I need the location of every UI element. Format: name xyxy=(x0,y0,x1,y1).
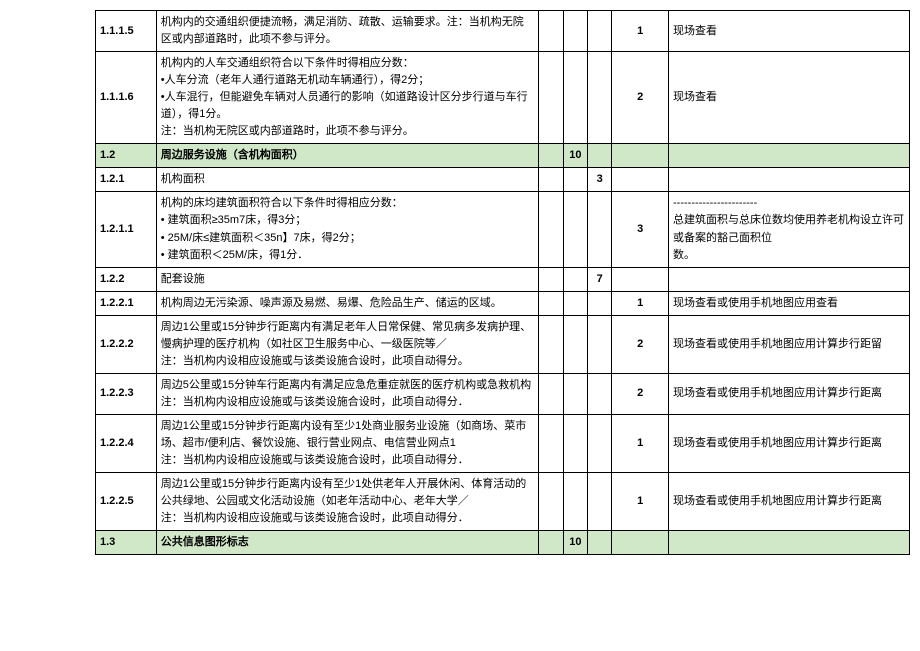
row-remark: 现场查看 xyxy=(669,11,910,52)
row-description: 配套设施 xyxy=(156,267,539,291)
score-col-3 xyxy=(588,144,612,168)
score-col-4 xyxy=(612,168,669,192)
table-row: 1.2.2配套设施 7 xyxy=(96,267,910,291)
score-col-1 xyxy=(539,531,563,555)
row-description: 机构的床均建筑面积符合以下条件时得相应分数： • 建筑面积≥35m7床，得3分；… xyxy=(156,192,539,267)
row-remark: 现场查看或使用手机地图应用计算步行距离 xyxy=(669,414,910,472)
score-col-4: 1 xyxy=(612,414,669,472)
row-id: 1.2.2.2 xyxy=(96,315,157,373)
score-col-1 xyxy=(539,315,563,373)
score-col-3 xyxy=(588,52,612,144)
row-remark: 现场查看或使用手机地图应用计算步行距离 xyxy=(669,473,910,531)
row-description: 机构内的交通组织便捷流畅，满足消防、疏散、运输要求。注：当机构无院区或内部道路时… xyxy=(156,11,539,52)
score-col-2 xyxy=(563,52,587,144)
row-id: 1.2.2 xyxy=(96,267,157,291)
score-col-3 xyxy=(588,531,612,555)
row-remark: ----------------------- 总建筑面积与总床位数均使用养老机… xyxy=(669,192,910,267)
row-remark xyxy=(669,531,910,555)
score-col-4: 2 xyxy=(612,52,669,144)
table-row: 1.1.1.5机构内的交通组织便捷流畅，满足消防、疏散、运输要求。注：当机构无院… xyxy=(96,11,910,52)
table-row: 1.1.1.6机构内的人车交通组织符合以下条件时得相应分数： •人车分流（老年人… xyxy=(96,52,910,144)
table-row: 1.2.2.1机构周边无污染源、噪声源及易燃、易爆、危险品生产、储运的区域。 1现… xyxy=(96,291,910,315)
row-id: 1.2.2.1 xyxy=(96,291,157,315)
score-col-3 xyxy=(588,414,612,472)
row-remark: 现场查看或使用手机地图应用查看 xyxy=(669,291,910,315)
score-col-3 xyxy=(588,192,612,267)
score-col-2: 10 xyxy=(563,144,587,168)
score-col-3 xyxy=(588,373,612,414)
score-col-4: 2 xyxy=(612,373,669,414)
row-description: 周边1公里或15分钟步行距离内有满足老年人日常保健、常见病多发病护理、慢病护理的… xyxy=(156,315,539,373)
score-col-4: 2 xyxy=(612,315,669,373)
row-remark: 现场查看或使用手机地图应用计算步行距留 xyxy=(669,315,910,373)
row-description: 机构内的人车交通组织符合以下条件时得相应分数： •人车分流（老年人通行道路无机动… xyxy=(156,52,539,144)
row-id: 1.1.1.5 xyxy=(96,11,157,52)
table-row: 1.2.2.5周边1公里或15分钟步行距离内设有至少1处供老年人开展休闲、体育活… xyxy=(96,473,910,531)
score-col-1 xyxy=(539,373,563,414)
row-description: 机构面积 xyxy=(156,168,539,192)
score-col-1 xyxy=(539,473,563,531)
row-id: 1.2.2.5 xyxy=(96,473,157,531)
score-col-1 xyxy=(539,192,563,267)
score-col-4: 3 xyxy=(612,192,669,267)
score-col-2 xyxy=(563,315,587,373)
table-row: 1.2.1机构面积 3 xyxy=(96,168,910,192)
row-description: 周边1公里或15分钟步行距离内设有至少1处供老年人开展休闲、体育活动的公共绿地、… xyxy=(156,473,539,531)
score-col-4 xyxy=(612,144,669,168)
row-remark: 现场查看 xyxy=(669,52,910,144)
table-row: 1.2.2.4周边1公里或15分钟步行距离内设有至少1处商业服务业设施（如商场、… xyxy=(96,414,910,472)
row-remark: 现场查看或使用手机地图应用计算步行距离 xyxy=(669,373,910,414)
row-id: 1.2 xyxy=(96,144,157,168)
score-col-1 xyxy=(539,291,563,315)
table-row: 1.2.2.3周边5公里或15分钟车行距离内有满足应急危重症就医的医疗机构或急救… xyxy=(96,373,910,414)
table-row: 1.2周边服务设施（含机构面积） 10 xyxy=(96,144,910,168)
row-description: 机构周边无污染源、噪声源及易燃、易爆、危险品生产、储运的区域。 xyxy=(156,291,539,315)
score-col-2 xyxy=(563,192,587,267)
score-col-1 xyxy=(539,168,563,192)
row-description: 周边1公里或15分钟步行距离内设有至少1处商业服务业设施（如商场、菜市场、超市/… xyxy=(156,414,539,472)
row-id: 1.2.1.1 xyxy=(96,192,157,267)
score-col-2 xyxy=(563,414,587,472)
score-col-2: 10 xyxy=(563,531,587,555)
score-col-2 xyxy=(563,473,587,531)
row-id: 1.3 xyxy=(96,531,157,555)
row-description: 周边服务设施（含机构面积） xyxy=(156,144,539,168)
row-id: 1.1.1.6 xyxy=(96,52,157,144)
score-col-2 xyxy=(563,291,587,315)
table-row: 1.3公共信息图形标志 10 xyxy=(96,531,910,555)
evaluation-table: 1.1.1.5机构内的交通组织便捷流畅，满足消防、疏散、运输要求。注：当机构无院… xyxy=(95,10,910,555)
score-col-2 xyxy=(563,168,587,192)
row-remark xyxy=(669,144,910,168)
row-description: 公共信息图形标志 xyxy=(156,531,539,555)
score-col-3: 3 xyxy=(588,168,612,192)
row-description: 周边5公里或15分钟车行距离内有满足应急危重症就医的医疗机构或急救机构 注：当机… xyxy=(156,373,539,414)
score-col-3 xyxy=(588,11,612,52)
table-row: 1.2.1.1机构的床均建筑面积符合以下条件时得相应分数： • 建筑面积≥35m… xyxy=(96,192,910,267)
row-id: 1.2.2.3 xyxy=(96,373,157,414)
score-col-4: 1 xyxy=(612,291,669,315)
score-col-3 xyxy=(588,473,612,531)
row-remark xyxy=(669,168,910,192)
score-col-1 xyxy=(539,11,563,52)
score-col-3: 7 xyxy=(588,267,612,291)
row-remark xyxy=(669,267,910,291)
row-id: 1.2.2.4 xyxy=(96,414,157,472)
score-col-3 xyxy=(588,291,612,315)
score-col-4 xyxy=(612,267,669,291)
score-col-2 xyxy=(563,11,587,52)
row-id: 1.2.1 xyxy=(96,168,157,192)
score-col-1 xyxy=(539,144,563,168)
score-col-4: 1 xyxy=(612,473,669,531)
score-col-2 xyxy=(563,267,587,291)
table-row: 1.2.2.2周边1公里或15分钟步行距离内有满足老年人日常保健、常见病多发病护… xyxy=(96,315,910,373)
score-col-2 xyxy=(563,373,587,414)
score-col-3 xyxy=(588,315,612,373)
score-col-1 xyxy=(539,414,563,472)
score-col-1 xyxy=(539,267,563,291)
score-col-1 xyxy=(539,52,563,144)
score-col-4 xyxy=(612,531,669,555)
score-col-4: 1 xyxy=(612,11,669,52)
